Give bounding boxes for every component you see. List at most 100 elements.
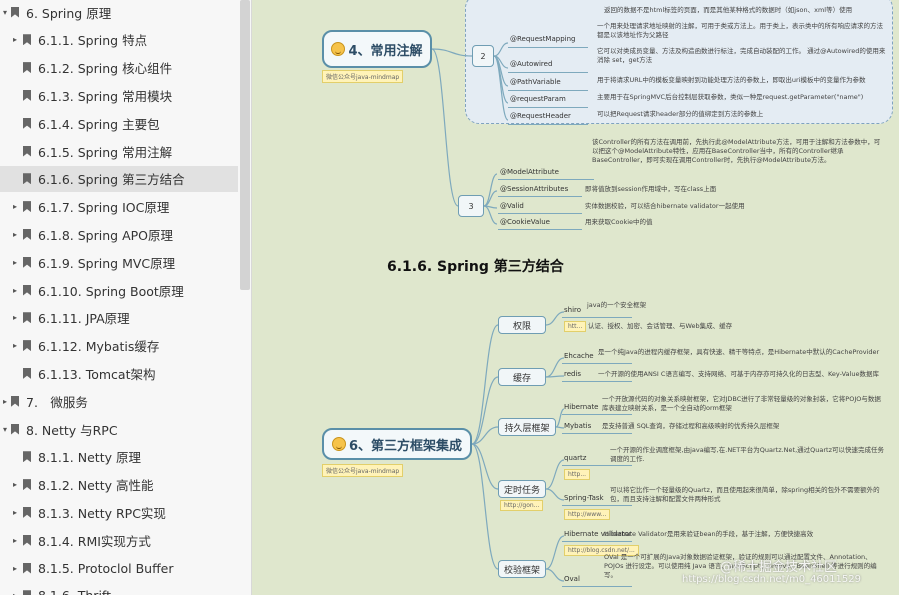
annotation-name[interactable]: @Valid [500, 202, 524, 210]
outline-item[interactable]: ▸ 6.1.1. Spring 特点 [0, 27, 238, 53]
caret-down-icon[interactable]: ▾ [0, 425, 10, 434]
connector-line [493, 55, 509, 121]
framework-group[interactable]: 缓存 [498, 368, 546, 386]
caret-right-icon[interactable]: ▸ [10, 202, 20, 211]
framework-name[interactable]: quartz [564, 454, 586, 462]
row-underline [562, 465, 632, 466]
framework-group[interactable]: 权限 [498, 316, 546, 334]
bookmark-icon [11, 6, 19, 18]
outline-item[interactable]: ▸ 6.1.12. Mybatis缓存 [0, 333, 238, 359]
outline-item[interactable]: ▸ 8.1.6. Thrift [0, 583, 238, 595]
annotation-name[interactable]: @CookieValue [500, 218, 550, 226]
bookmark-icon [23, 173, 31, 185]
outline-item[interactable]: ▸ 6.1.8. Spring APO原理 [0, 221, 238, 247]
caret-right-icon[interactable]: ▸ [10, 508, 20, 517]
caret-right-icon[interactable]: ▸ [10, 341, 20, 350]
outline-item[interactable]: 6.1.3. Spring 常用模块 [0, 82, 238, 108]
framework-name[interactable]: Mybatis [564, 422, 591, 430]
caret-right-icon[interactable]: ▸ [10, 591, 20, 595]
caret-right-icon[interactable]: ▸ [10, 35, 20, 44]
connector-line [545, 357, 565, 378]
annotation-desc: 用于将请求URL中的模板变量映射到功能处理方法的参数上，即取出uri模板中的变量… [597, 76, 866, 84]
framework-name[interactable]: redis [564, 370, 581, 378]
outline-item[interactable]: 6.1.2. Spring 核心组件 [0, 55, 238, 81]
framework-sub: 认证、授权、加密、会话管理、与Web集成、缓存 [588, 322, 733, 330]
framework-group[interactable]: 持久层框架 [498, 418, 556, 436]
row-underline [508, 90, 588, 91]
caret-down-icon[interactable]: ▾ [0, 8, 10, 17]
annotation-name[interactable]: @ModelAttribute [500, 168, 559, 176]
annotation-desc: 该Controller的所有方法在调用前，先执行此@ModelAttribute… [592, 138, 881, 164]
outline-item[interactable]: ▸ 8.1.3. Netty RPC实现 [0, 499, 238, 525]
caret-right-icon[interactable]: ▸ [10, 480, 20, 489]
annotation-name[interactable]: @SessionAttributes [500, 185, 568, 193]
annotation-name[interactable]: @Autowired [510, 60, 552, 68]
annotation-name[interactable]: @PathVariable [510, 78, 561, 86]
framework-name[interactable]: Spring-Task [564, 494, 604, 502]
outline-item-label: 8.1.4. RMI实现方式 [38, 533, 151, 549]
bookmark-icon [23, 340, 31, 352]
outline-item[interactable]: 6.1.4. Spring 主要包 [0, 110, 238, 136]
outline-item[interactable]: ▸ 8.1.4. RMI实现方式 [0, 527, 238, 553]
caret-right-icon[interactable]: ▸ [10, 286, 20, 295]
outline-item[interactable]: ▸ 7. 微服务 [0, 388, 238, 414]
outline-item[interactable]: ▸ 6.1.10. Spring Boot原理 [0, 277, 238, 303]
caret-right-icon[interactable]: ▸ [0, 397, 10, 406]
caret-right-icon[interactable]: ▸ [10, 230, 20, 239]
watermark-url: https://blog.csdn.net/m0_46011529 [682, 574, 861, 585]
bookmark-icon [23, 145, 31, 157]
outline-item-label: 6. Spring 原理 [26, 5, 112, 21]
framework-name[interactable]: Ehcache [564, 352, 594, 360]
row-underline [562, 381, 632, 382]
row-underline [562, 586, 632, 587]
outline-item[interactable]: 6.1.5. Spring 常用注解 [0, 138, 238, 164]
branch-3[interactable]: 3 [458, 195, 484, 217]
outline-item-label: 6.1.4. Spring 主要包 [38, 116, 160, 132]
caret-right-icon[interactable]: ▸ [10, 313, 20, 322]
framework-name[interactable]: shiro [564, 306, 581, 314]
bookmark-icon [23, 312, 31, 324]
framework-desc: 是支持普通 SQL查询，存储过程和高级映射的优秀持久层框架 [602, 422, 780, 430]
node-common-annotations[interactable]: 4、常用注解 [322, 30, 432, 68]
outline-item-label: 8.1.1. Netty 原理 [38, 450, 141, 466]
annotation-name[interactable]: @RequestHeader [510, 112, 571, 120]
outline-item[interactable]: ▸ 8.1.2. Netty 高性能 [0, 472, 238, 498]
framework-name[interactable]: Hibernate [564, 403, 599, 411]
bookmark-icon [23, 534, 31, 546]
outline-item-label: 8.1.2. Netty 高性能 [38, 478, 154, 494]
outline-item[interactable]: ▸ 6.1.11. JPA原理 [0, 305, 238, 331]
branch-2[interactable]: 2 [472, 45, 494, 67]
outline-item-label: 6.1.7. Spring IOC原理 [38, 200, 170, 216]
outline-item[interactable]: ▸ 6.1.9. Spring MVC原理 [0, 249, 238, 275]
framework-group[interactable]: 校验框架 [498, 560, 546, 578]
framework-desc: 是一个纯Java的进程内缓存框架，具有快速、精干等特点，是Hibernate中默… [598, 348, 880, 356]
outline-item-label: 8. Netty 与RPC [26, 422, 118, 438]
link-tag: http://gon... [500, 500, 544, 511]
outline-item-label: 6.1.11. JPA原理 [38, 311, 130, 327]
connector-line [545, 311, 565, 326]
framework-desc: java的一个安全框架 [587, 301, 647, 309]
outline-item[interactable]: 6.1.6. Spring 第三方结合 [0, 165, 238, 192]
annotation-name[interactable]: @requestParam [510, 95, 566, 103]
outline-item[interactable]: 8.1.1. Netty 原理 [0, 444, 238, 470]
outline-item[interactable]: ▸ 6.1.7. Spring IOC原理 [0, 194, 238, 220]
caret-right-icon[interactable]: ▸ [10, 564, 20, 573]
caret-right-icon[interactable]: ▸ [10, 536, 20, 545]
outline-item[interactable]: ▾ 6. Spring 原理 [0, 0, 238, 25]
outline-item[interactable]: ▸ 8.1.5. Protoclol Buffer [0, 555, 238, 581]
outline-item[interactable]: ▾ 8. Netty 与RPC [0, 416, 238, 442]
framework-desc: 一个开源的作业调度框架,由java编写,在.NET平台为Quartz.Net,通… [610, 446, 885, 463]
framework-desc: 一个开放源代码的对象关系映射框架，它对JDBC进行了非常轻量级的对象封装，它将P… [602, 395, 881, 412]
framework-group[interactable]: 定时任务 [498, 480, 546, 498]
node-third-party[interactable]: 6、第三方框架集成 [322, 428, 472, 460]
connector-line [555, 426, 565, 429]
outline-item-label: 6.1.1. Spring 特点 [38, 33, 148, 49]
caret-right-icon[interactable]: ▸ [10, 258, 20, 267]
sidebar-scrollbar[interactable] [240, 0, 250, 290]
framework-name[interactable]: Oval [564, 575, 580, 583]
row-underline [562, 505, 632, 506]
annotation-name[interactable]: @RequestMapping [510, 35, 575, 43]
bookmark-icon [23, 89, 31, 101]
bookmark-icon [11, 423, 19, 435]
outline-item[interactable]: 6.1.13. Tomcat架构 [0, 360, 238, 386]
